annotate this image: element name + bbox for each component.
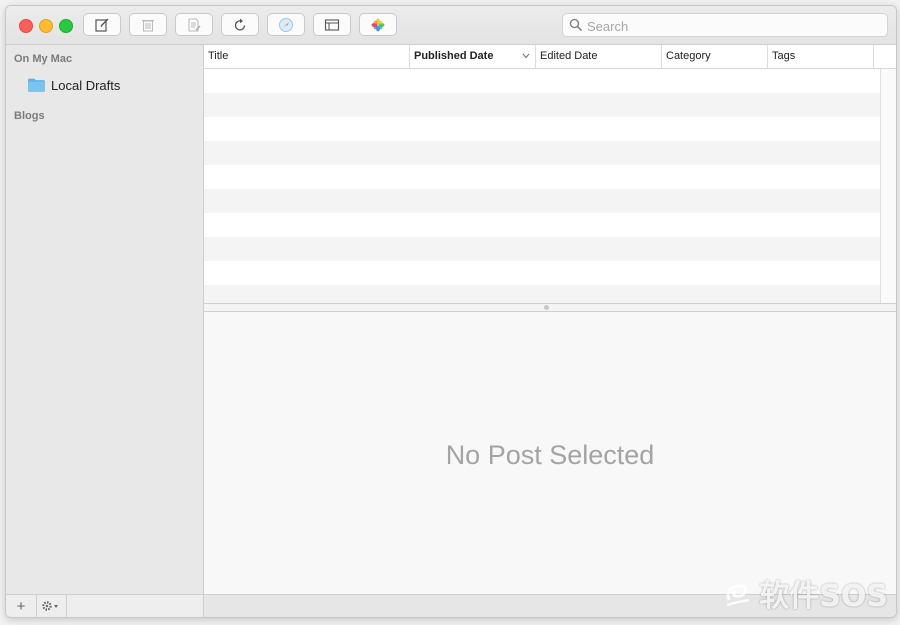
section-header-blogs: Blogs bbox=[14, 110, 45, 122]
add-label: + bbox=[16, 597, 26, 615]
empty-state-message: No Post Selected bbox=[445, 440, 655, 470]
table-scrollbar[interactable] bbox=[880, 69, 896, 304]
refresh-icon bbox=[234, 18, 246, 31]
table-header: Title Published Date Edited Date Categor… bbox=[204, 45, 896, 69]
new-post-button[interactable] bbox=[83, 13, 121, 36]
toggle-layout-button[interactable] bbox=[313, 13, 351, 36]
column-label: Edited Date bbox=[540, 50, 598, 62]
table-row bbox=[204, 141, 881, 165]
table-row bbox=[204, 261, 881, 285]
column-label: Tags bbox=[772, 50, 796, 62]
table-row bbox=[204, 213, 881, 237]
sidebar-item-local-drafts[interactable]: Local Drafts bbox=[28, 75, 198, 95]
search-icon bbox=[569, 18, 583, 32]
photos-icon bbox=[371, 18, 385, 31]
search-field[interactable] bbox=[562, 13, 888, 37]
preview-button[interactable] bbox=[267, 13, 305, 36]
toolbar bbox=[6, 6, 896, 45]
table-row bbox=[204, 93, 881, 117]
media-button[interactable] bbox=[359, 13, 397, 36]
watermark: 软件SOS bbox=[723, 571, 888, 615]
chevron-down-icon bbox=[522, 53, 530, 59]
refresh-button[interactable] bbox=[221, 13, 259, 36]
delete-post-button[interactable] bbox=[129, 13, 167, 36]
column-label: Category bbox=[666, 50, 711, 62]
column-header-title[interactable]: Title bbox=[204, 45, 410, 68]
sidebar-actions-button[interactable] bbox=[36, 595, 67, 617]
trash-icon bbox=[142, 19, 154, 32]
zoom-window-button[interactable] bbox=[59, 19, 73, 33]
sidebar-footer: + bbox=[6, 594, 203, 617]
watermark-text: 软件SOS bbox=[759, 579, 888, 614]
sidebar-item-label: Local Drafts bbox=[51, 77, 121, 93]
edit-post-button[interactable] bbox=[175, 13, 213, 36]
edit-document-icon bbox=[188, 17, 201, 32]
add-blog-button[interactable]: + bbox=[6, 595, 37, 617]
post-detail-pane: No Post Selected bbox=[204, 312, 896, 594]
pane-splitter[interactable] bbox=[204, 303, 896, 312]
column-label: Title bbox=[208, 50, 229, 62]
watermark-logo-icon bbox=[726, 584, 750, 607]
posts-table: Title Published Date Edited Date Categor… bbox=[204, 45, 896, 304]
compose-icon bbox=[95, 18, 109, 32]
table-row bbox=[204, 165, 881, 189]
minimize-window-button[interactable] bbox=[39, 19, 53, 33]
gear-icon bbox=[42, 601, 58, 611]
column-header-edited-date[interactable]: Edited Date bbox=[536, 45, 662, 68]
splitter-handle[interactable] bbox=[544, 305, 549, 310]
table-row bbox=[204, 117, 881, 141]
column-label: Published Date bbox=[414, 50, 494, 62]
table-body bbox=[204, 69, 881, 304]
column-header-category[interactable]: Category bbox=[662, 45, 768, 68]
section-header-on-my-mac: On My Mac bbox=[14, 53, 73, 65]
folder-icon bbox=[28, 78, 45, 92]
preview-safari-icon bbox=[279, 17, 293, 32]
table-row bbox=[204, 237, 881, 261]
table-row bbox=[204, 69, 881, 93]
search-input[interactable] bbox=[585, 16, 879, 36]
table-row bbox=[204, 285, 881, 304]
close-window-button[interactable] bbox=[19, 19, 33, 33]
app-window: On My Mac Local Drafts Blogs + bbox=[5, 5, 897, 618]
column-header-tags[interactable]: Tags bbox=[768, 45, 874, 68]
toggle-sidebar-icon bbox=[324, 18, 340, 31]
column-header-published-date[interactable]: Published Date bbox=[410, 45, 536, 68]
sidebar: On My Mac Local Drafts Blogs + bbox=[6, 45, 204, 617]
table-row bbox=[204, 189, 881, 213]
